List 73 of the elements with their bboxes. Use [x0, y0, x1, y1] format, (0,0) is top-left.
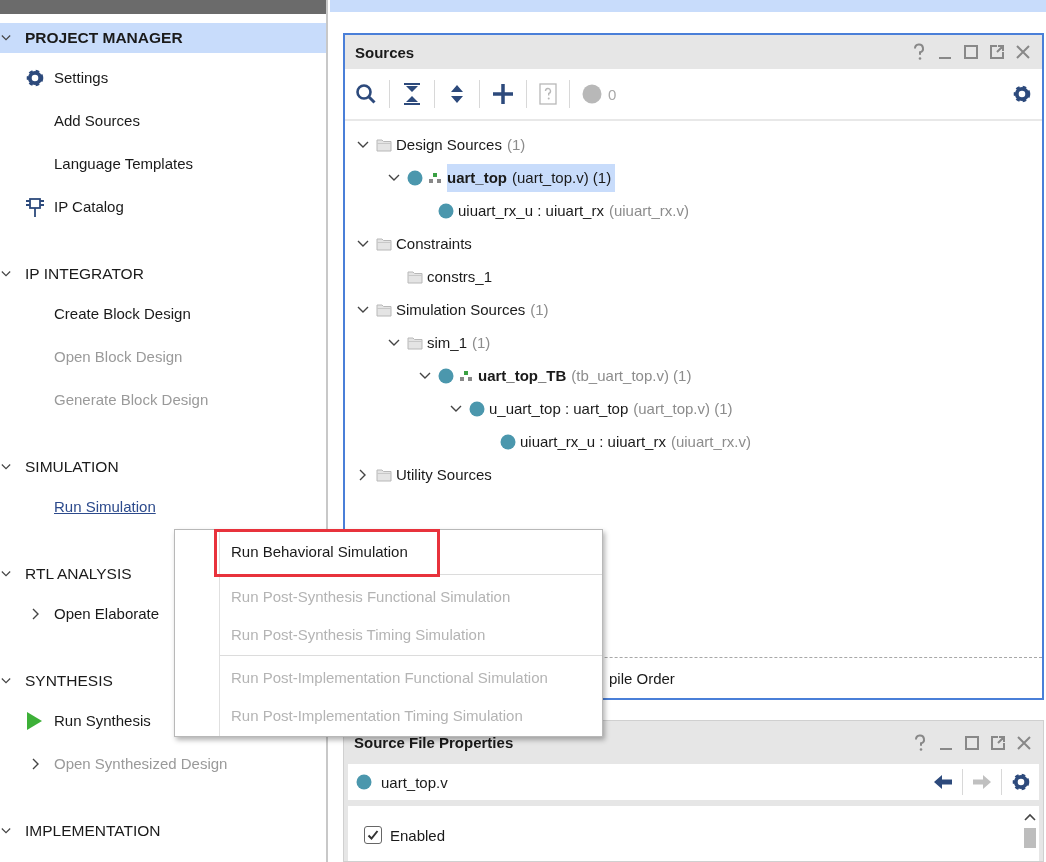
chevron-icon[interactable]: [0, 269, 12, 279]
chevron-icon[interactable]: [0, 676, 12, 686]
folder-icon: [376, 236, 392, 251]
sidebar-link[interactable]: Open Elaborate: [54, 605, 160, 622]
tree-item[interactable]: Design Sources (1): [396, 130, 530, 159]
circle-icon: [438, 202, 454, 219]
collapse-all-icon[interactable]: [402, 83, 422, 105]
checkbox[interactable]: [364, 826, 382, 844]
circle-icon: [407, 169, 423, 186]
sidebar-link[interactable]: Settings: [54, 69, 109, 86]
folder-icon: [376, 302, 392, 317]
tree-item[interactable]: Constraints: [396, 229, 476, 258]
scroll-up-icon[interactable]: [1023, 812, 1037, 822]
folder-icon: [407, 335, 423, 350]
maximize-icon[interactable]: [962, 43, 980, 61]
circle-icon: [438, 367, 454, 384]
float-icon[interactable]: [989, 733, 1007, 752]
checkbox-label: Enabled: [390, 826, 446, 844]
section-header[interactable]: SIMULATION: [0, 452, 326, 482]
back-icon[interactable]: [933, 774, 953, 790]
tree-item[interactable]: uiuart_rx_u : uiuart_rx (uiuart_rx.v): [458, 196, 693, 225]
file-name: uart_top.v: [381, 773, 449, 791]
chevron-icon[interactable]: [0, 462, 12, 472]
circle-icon: [469, 400, 485, 417]
section-header[interactable]: IP INTEGRATOR: [0, 259, 326, 289]
tree-item[interactable]: uart_top_TB (tb_uart_top.v) (1): [478, 361, 696, 390]
message-count: 0: [608, 85, 617, 103]
chevron-icon[interactable]: [0, 569, 12, 579]
section-title: RTL ANALYSIS: [25, 565, 132, 583]
close-icon[interactable]: [1015, 733, 1033, 752]
search-icon[interactable]: [355, 83, 377, 105]
tree-item[interactable]: Utility Sources: [396, 460, 496, 489]
scrollbar-thumb[interactable]: [1024, 828, 1036, 848]
hierarchy-icon: [459, 369, 474, 382]
sidebar-link[interactable]: IP Catalog: [54, 198, 124, 215]
section-title: IMPLEMENTATION: [25, 822, 161, 840]
sidebar-link[interactable]: Language Templates: [54, 155, 193, 172]
section-title: PROJECT MANAGER: [25, 29, 183, 47]
settings-icon[interactable]: [25, 67, 45, 88]
chip-icon: [25, 195, 45, 218]
play-icon: [25, 710, 43, 731]
folder-icon: [376, 467, 392, 482]
section-title: SIMULATION: [25, 458, 119, 476]
tree-item[interactable]: constrs_1: [427, 262, 497, 291]
folder-icon: [376, 137, 392, 152]
settings-icon[interactable]: [1012, 84, 1032, 104]
chevron-icon[interactable]: [0, 826, 12, 836]
float-icon[interactable]: [988, 43, 1006, 61]
close-icon[interactable]: [1014, 43, 1032, 61]
sidebar-link[interactable]: Create Block Design: [54, 305, 191, 322]
tree-item[interactable]: uart_top (uart_top.v) (1): [447, 163, 616, 192]
section-title: SYNTHESIS: [25, 672, 113, 690]
tree-item[interactable]: u_uart_top : uart_top (uart_top.v) (1): [489, 394, 737, 423]
hierarchy-icon: [428, 171, 443, 184]
section-header[interactable]: IMPLEMENTATION: [0, 816, 326, 846]
folder-icon: [407, 269, 423, 284]
panel-title: Sources: [355, 43, 416, 61]
settings-icon[interactable]: [1011, 772, 1031, 792]
sidebar-link[interactable]: Run Synthesis: [54, 712, 151, 729]
panel-title: Source File Properties: [354, 734, 515, 751]
tab[interactable]: pile Order: [609, 669, 675, 687]
add-icon[interactable]: [492, 83, 514, 105]
tree-item[interactable]: uiuart_rx_u : uiuart_rx (uiuart_rx.v): [520, 427, 755, 456]
section-title: IP INTEGRATOR: [25, 265, 144, 283]
tree-item[interactable]: Simulation Sources (1): [396, 295, 553, 324]
maximize-icon[interactable]: [963, 733, 981, 752]
file-icon: [356, 774, 372, 790]
tree-item[interactable]: sim_1 (1): [427, 328, 495, 357]
sidebar-link[interactable]: Run Simulation: [54, 498, 156, 515]
section-header[interactable]: PROJECT MANAGER: [0, 23, 326, 53]
circle-icon: [500, 433, 516, 450]
sidebar-link[interactable]: Add Sources: [54, 112, 140, 129]
chevron-icon[interactable]: [0, 33, 12, 43]
